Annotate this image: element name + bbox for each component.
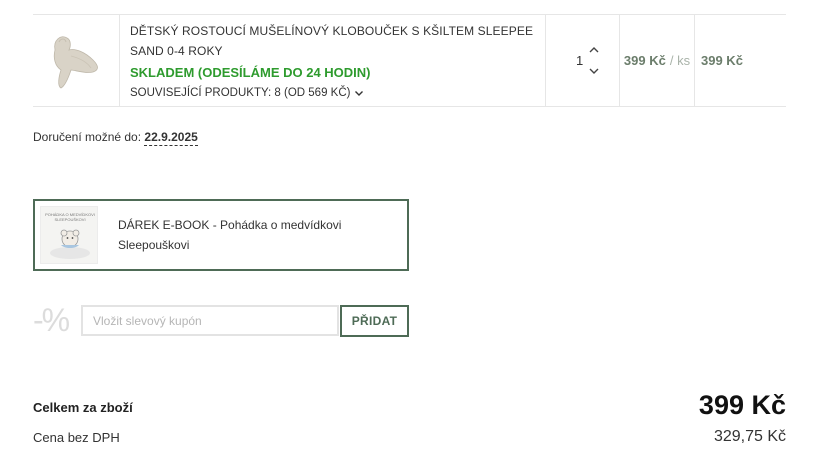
stock-status: SKLADEM (ODESÍLÁME DO 24 HODIN) bbox=[130, 65, 371, 80]
ebook-cover-image: POHÁDKA O MEDVÍDKOVI SLEEPOUŠKOVI bbox=[40, 206, 98, 264]
total-price-cell: 399 Kč bbox=[695, 15, 786, 106]
coupon-input[interactable] bbox=[81, 305, 339, 336]
svg-text:SLEEPOUŠKOVI: SLEEPOUŠKOVI bbox=[54, 217, 85, 222]
net-price-label: Cena bez DPH bbox=[33, 430, 120, 445]
chevron-down-icon bbox=[355, 91, 364, 96]
gift-box[interactable]: POHÁDKA O MEDVÍDKOVI SLEEPOUŠKOVI DÁREK … bbox=[33, 199, 409, 271]
delivery-info: Doručení možné do: 22.9.2025 bbox=[33, 130, 198, 146]
product-info-cell: DĚTSKÝ ROSTOUCÍ MUŠELÍNOVÝ KLOBOUČEK S K… bbox=[120, 15, 546, 106]
related-products-label: SOUVISEJÍCÍ PRODUKTY: 8 (OD 569 KČ) bbox=[130, 87, 351, 99]
discount-percent-icon: -% bbox=[33, 302, 70, 338]
add-coupon-button[interactable]: PŘIDAT bbox=[340, 304, 409, 337]
product-image-cell[interactable] bbox=[33, 15, 120, 106]
quantity-value[interactable]: 1 bbox=[576, 53, 583, 68]
total-label: Celkem za zboží bbox=[33, 400, 133, 415]
hat-product-image[interactable] bbox=[41, 26, 111, 96]
product-name-link[interactable]: DĚTSKÝ ROSTOUCÍ MUŠELÍNOVÝ KLOBOUČEK S K… bbox=[130, 21, 545, 61]
coupon-section: -% PŘIDAT bbox=[33, 302, 409, 339]
cart-item-row: DĚTSKÝ ROSTOUCÍ MUŠELÍNOVÝ KLOBOUČEK S K… bbox=[33, 14, 786, 107]
quantity-decrease-icon[interactable] bbox=[588, 66, 600, 76]
unit-suffix: / ks bbox=[669, 53, 691, 68]
unit-price-cell: 399 Kč / ks bbox=[620, 15, 695, 106]
delivery-label: Doručení možné do: bbox=[33, 130, 142, 144]
related-products-toggle[interactable]: SOUVISEJÍCÍ PRODUKTY: 8 (OD 569 KČ) bbox=[130, 83, 545, 103]
ebook-cover-art: POHÁDKA O MEDVÍDKOVI SLEEPOUŠKOVI bbox=[45, 212, 95, 259]
delivery-date[interactable]: 22.9.2025 bbox=[144, 130, 198, 146]
quantity-cell: 1 bbox=[546, 15, 620, 106]
quantity-increase-icon[interactable] bbox=[588, 45, 600, 55]
net-price-value: 329,75 Kč bbox=[713, 428, 786, 445]
total-value: 399 Kč bbox=[698, 390, 786, 420]
gift-label: DÁREK E-BOOK - Pohádka o medvídkovi Slee… bbox=[118, 218, 342, 252]
unit-price: 399 Kč bbox=[623, 53, 666, 68]
item-total-price: 399 Kč bbox=[701, 53, 743, 68]
